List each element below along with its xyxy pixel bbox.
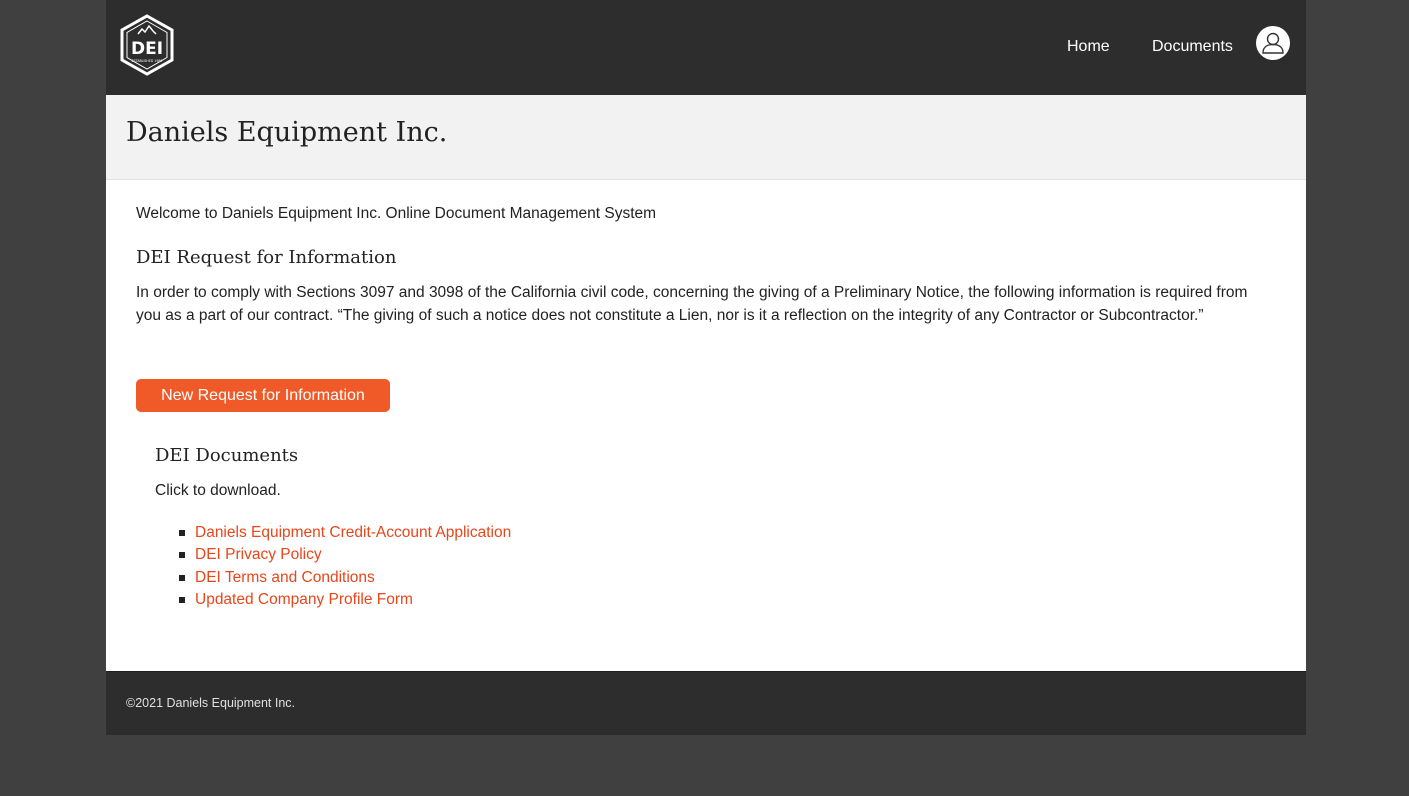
documents-list: Daniels Equipment Credit-Account Applica… (179, 522, 511, 612)
page-title: Daniels Equipment Inc. (126, 117, 448, 148)
title-band: Daniels Equipment Inc. (106, 95, 1306, 180)
document-link-company-profile[interactable]: Updated Company Profile Form (195, 591, 413, 608)
new-request-button[interactable]: New Request for Information (136, 379, 390, 412)
svg-text:DEI: DEI (131, 39, 163, 59)
user-avatar-button[interactable] (1256, 26, 1290, 60)
list-item: DEI Privacy Policy (179, 544, 511, 566)
welcome-text: Welcome to Daniels Equipment Inc. Online… (136, 205, 657, 222)
documents-heading: DEI Documents (155, 445, 299, 466)
list-item: Updated Company Profile Form (179, 589, 511, 611)
dei-logo-icon: DEI ESTABLISHED 1980 (120, 14, 174, 76)
bullet-icon (179, 552, 185, 559)
dei-logo[interactable]: DEI ESTABLISHED 1980 (117, 14, 177, 76)
nav-documents-link[interactable]: Documents (1152, 36, 1233, 58)
bullet-icon (179, 597, 185, 604)
document-link-credit-application[interactable]: Daniels Equipment Credit-Account Applica… (195, 524, 511, 541)
document-link-privacy-policy[interactable]: DEI Privacy Policy (195, 546, 322, 563)
top-navbar: DEI ESTABLISHED 1980 Home Documents (106, 0, 1306, 95)
rfi-description: In order to comply with Sections 3097 an… (136, 284, 1248, 324)
list-item: Daniels Equipment Credit-Account Applica… (179, 522, 511, 544)
documents-subtext: Click to download. (155, 482, 281, 499)
bullet-icon (179, 530, 185, 536)
user-icon (1262, 32, 1284, 54)
svg-text:ESTABLISHED 1980: ESTABLISHED 1980 (132, 59, 163, 63)
copyright-text: ©2021 Daniels Equipment Inc. (126, 696, 296, 710)
page-footer: ©2021 Daniels Equipment Inc. (106, 671, 1306, 735)
list-item: DEI Terms and Conditions (179, 567, 511, 589)
rfi-heading: DEI Request for Information (136, 247, 397, 268)
bullet-icon (179, 574, 185, 581)
document-link-terms-conditions[interactable]: DEI Terms and Conditions (195, 569, 375, 586)
page-container: DEI ESTABLISHED 1980 Home Documents Dani… (106, 0, 1306, 735)
nav-home-link[interactable]: Home (1067, 36, 1110, 58)
